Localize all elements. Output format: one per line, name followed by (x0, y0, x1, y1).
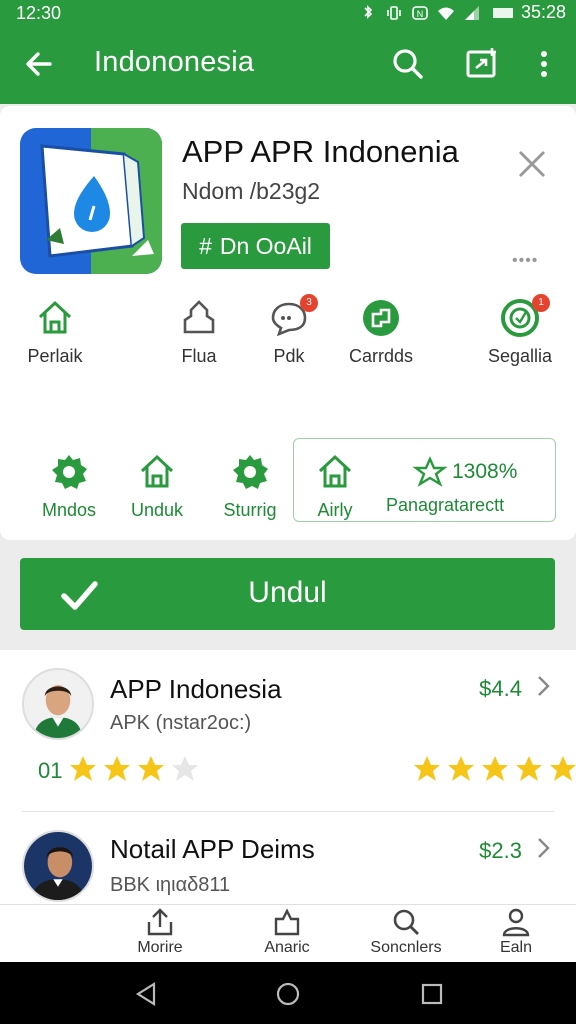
more-vert-icon[interactable] (524, 44, 564, 84)
app-tag-chip[interactable]: # Dn OoAil (181, 223, 330, 269)
person-icon (502, 908, 530, 937)
vibrate-icon (387, 5, 401, 20)
nav-back-icon[interactable] (132, 980, 160, 1008)
bottom-nav-label: Ealn (499, 939, 533, 956)
bottom-nav: Morire Anaric Soncnlers Ealn (0, 904, 576, 962)
primary-download-button[interactable]: Undul (20, 558, 555, 630)
action-mndos[interactable]: Mndos (34, 452, 104, 521)
hash-icon: # (199, 232, 212, 259)
list-item-sub: BBK ιηιαδ811 (110, 874, 231, 896)
action-pdk[interactable]: 3 Pdk (254, 294, 324, 367)
wifi-icon (437, 7, 454, 20)
rating-stars-right (412, 754, 576, 784)
action-segallia[interactable]: 1 Segallia (478, 294, 562, 367)
share-icon (147, 908, 173, 936)
status-clock-right: 35:28 (520, 2, 566, 22)
action-label: Mndos (41, 500, 97, 520)
star-outline-icon (412, 456, 448, 487)
bottom-nav-item-share[interactable]: Morire (100, 907, 220, 957)
home-icon (38, 300, 72, 334)
action-sturrig[interactable]: Sturrig (212, 452, 288, 521)
action-unduk[interactable]: Unduk (122, 452, 192, 521)
star-icon (138, 756, 164, 781)
star-icon (172, 756, 198, 781)
bottom-nav-item-search[interactable]: Soncnlers (346, 907, 466, 957)
star-icon (448, 756, 474, 781)
notification-badge: 3 (300, 294, 318, 312)
action-label: Carrdds (348, 346, 414, 366)
action-label: Unduk (130, 500, 184, 520)
list-item-price: $4.4 (479, 676, 522, 701)
avatar (22, 830, 94, 902)
back-arrow-icon[interactable] (20, 44, 60, 84)
status-time: 12:30 (16, 3, 62, 23)
app-header-card: APP APR Indonenia Ndom ​/b23g2 # Dn OoAi… (0, 106, 576, 540)
rating-label: 01 (38, 758, 63, 783)
action-perlaik[interactable]: Perlaik (20, 298, 90, 367)
page-title: Indononesia (94, 46, 255, 78)
list-item[interactable]: Notail APP Deims BBK ιηιαδ811 $2.3 (0, 812, 576, 904)
notification-badge: 1 (532, 294, 550, 312)
stat-value: 1308% (452, 460, 518, 483)
app-bar: Indononesia (0, 26, 576, 104)
cast-icon[interactable] (462, 44, 502, 84)
bluetooth-icon (364, 4, 373, 19)
star-icon (70, 756, 96, 781)
rating-stars (68, 754, 200, 784)
list-item[interactable]: APP Indonesia APK (nstar2oc:) $4.4 01 (0, 650, 576, 810)
star-icon (414, 756, 440, 781)
shape-icon (183, 300, 215, 334)
list-item-name: Notail APP Deims (110, 834, 315, 864)
chevron-right-icon[interactable] (536, 674, 552, 698)
star-icon (550, 756, 576, 781)
app-logo-icon (20, 128, 162, 274)
action-label: Pdk (273, 346, 305, 366)
bottom-nav-label: Soncnlers (370, 939, 442, 956)
stat-label: Panagratarectt (386, 495, 505, 515)
star-icon (482, 756, 508, 781)
primary-button-label: Undul (248, 576, 327, 609)
list-item-price: $2.3 (479, 838, 522, 863)
action-flua[interactable]: Flua (164, 298, 234, 367)
bottom-nav-item-home[interactable]: Anaric (227, 907, 347, 957)
bottom-nav-item-profile[interactable]: Ealn (456, 907, 576, 957)
action-label: Segallia (487, 346, 553, 366)
nav-home-icon[interactable] (274, 980, 302, 1008)
chip-label: Dn OoAil (219, 232, 312, 259)
app-list: APP Indonesia APK (nstar2oc:) $4.4 01 No… (0, 650, 576, 904)
system-nav-bar (0, 962, 576, 1024)
action-label: Sturrig (223, 500, 277, 520)
bottom-nav-label: Anaric (264, 939, 310, 956)
nfc-icon: N (412, 5, 428, 20)
star-icon (516, 756, 542, 781)
chevron-right-icon[interactable] (536, 836, 552, 860)
home-icon (274, 908, 300, 936)
status-icons: N 35:28 (359, 2, 566, 23)
bottom-nav-label: Morire (137, 939, 183, 956)
list-item-sub: APK (nstar2oc:) (110, 712, 252, 734)
battery-icon (492, 7, 513, 18)
app-subtitle: Ndom ​/b23g2 (182, 178, 321, 204)
status-bar: 12:30 N 35:28 (0, 0, 576, 26)
cards-icon (363, 300, 399, 336)
home-icon (140, 454, 174, 488)
close-icon[interactable] (514, 146, 550, 182)
action-label: Perlaik (27, 346, 83, 366)
more-dots[interactable]: •••• (512, 252, 538, 270)
avatar (22, 668, 94, 740)
nav-recents-icon[interactable] (418, 980, 446, 1008)
search-icon (393, 909, 419, 935)
svg-text:N: N (417, 9, 424, 19)
search-icon[interactable] (388, 44, 428, 84)
action-label: Flua (181, 346, 217, 366)
list-item-name: APP Indonesia (110, 674, 282, 704)
gear-icon (233, 455, 268, 489)
gear-icon (52, 455, 87, 489)
action-carrdds[interactable]: Carrdds (338, 298, 424, 367)
star-icon (104, 756, 130, 781)
app-title: APP APR Indonenia (182, 134, 459, 169)
signal-icon (464, 5, 479, 20)
